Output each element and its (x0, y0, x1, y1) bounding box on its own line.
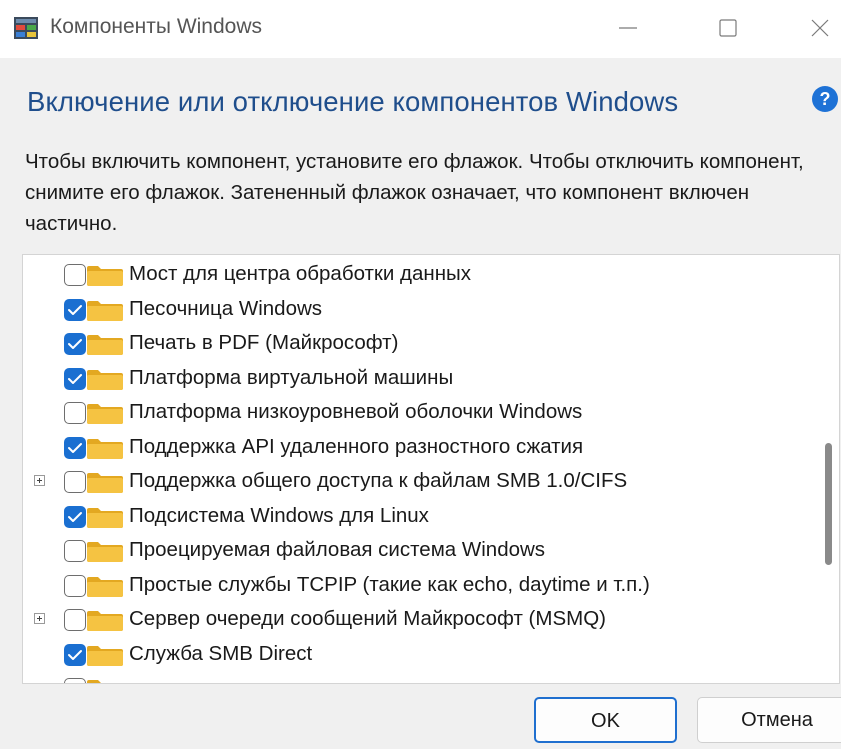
feature-row[interactable]: Сервер очереди сообщений Майкрософт (MSM… (23, 602, 813, 636)
close-icon (811, 19, 829, 37)
feature-checkbox[interactable] (64, 609, 86, 631)
feature-label: Служба SMB Direct (129, 641, 313, 665)
scrollbar-thumb[interactable] (825, 443, 832, 565)
folder-icon (87, 300, 123, 321)
description-text: Чтобы включить компонент, установите его… (25, 150, 804, 235)
minimize-button[interactable] (598, 0, 658, 58)
window-title: Компоненты Windows (50, 15, 263, 38)
feature-checkbox[interactable] (64, 471, 86, 493)
feature-label: Подсистема Windows для Linux (129, 503, 429, 527)
folder-icon (87, 611, 123, 631)
folder-icon (87, 438, 123, 459)
feature-checkbox[interactable] (64, 402, 86, 424)
checkmark-icon (68, 511, 82, 522)
folder-icon (87, 335, 123, 355)
feature-label: Песочница Windows (129, 296, 323, 320)
feature-checkbox[interactable] (64, 367, 86, 390)
feature-label: Платформа виртуальной машины (129, 365, 454, 389)
checkmark-icon (68, 373, 82, 384)
feature-row[interactable]: Платформа виртуальной машины (23, 361, 813, 395)
feature-row[interactable]: Песочница Windows (23, 292, 813, 326)
feature-label: Поддержка API удаленного разностного сжа… (129, 434, 584, 458)
folder-icon (87, 576, 123, 597)
help-icon[interactable]: ? (812, 86, 838, 112)
feature-checkbox[interactable] (64, 540, 86, 562)
feature-row[interactable]: Мост для центра обработки данных (23, 257, 813, 291)
feature-checkbox[interactable] (64, 505, 86, 528)
feature-checkbox[interactable] (64, 264, 86, 286)
checkmark-icon (68, 304, 82, 315)
close-button[interactable] (790, 0, 841, 58)
feature-row[interactable]: Платформа низкоуровневой оболочки Window… (23, 395, 813, 429)
folder-icon (87, 680, 121, 683)
page-heading: Включение или отключение компонентов Win… (27, 86, 679, 117)
feature-row[interactable]: Подсистема Windows для Linux (23, 499, 813, 533)
feature-row[interactable]: Печать в PDF (Майкрософт) (23, 326, 813, 360)
folder-icon (87, 507, 123, 528)
folder-icon (87, 266, 123, 286)
checkmark-icon (68, 649, 82, 660)
maximize-icon (719, 19, 737, 37)
folder-icon (87, 369, 123, 390)
maximize-button[interactable] (698, 0, 758, 58)
window: Компоненты Windows Включение или отключе… (0, 0, 841, 749)
folder-icon (87, 542, 123, 562)
checkmark-icon (68, 339, 82, 349)
folder-icon (87, 404, 123, 424)
feature-checkbox[interactable] (64, 643, 86, 666)
folder-icon (87, 473, 123, 493)
feature-row[interactable]: Проецируемая файловая система Windows (23, 533, 813, 567)
feature-label: Проецируемая файловая система Windows (129, 538, 546, 561)
feature-label: Поддержка общего доступа к файлам SMB 1.… (129, 469, 628, 492)
feature-checkbox[interactable] (64, 678, 86, 683)
feature-checkbox[interactable] (64, 333, 86, 355)
feature-row[interactable]: Поддержка общего доступа к файлам SMB 1.… (23, 464, 813, 498)
feature-row[interactable]: Простые службы TCPIP (такие как echo, da… (23, 568, 813, 602)
feature-checkbox[interactable] (64, 574, 86, 597)
minimize-icon (619, 27, 637, 29)
ok-button[interactable]: OK (534, 697, 677, 743)
expand-plus-icon[interactable] (34, 475, 45, 486)
app-icon (14, 17, 38, 39)
cancel-button[interactable]: Отмена (697, 697, 841, 743)
feature-checkbox[interactable] (64, 436, 86, 459)
features-tree[interactable]: Мост для центра обработки данных Песочниц… (22, 254, 840, 684)
title-bar[interactable]: Компоненты Windows (0, 0, 841, 58)
folder-icon (87, 645, 123, 666)
feature-label: Простые службы TCPIP (такие как echo, da… (129, 572, 650, 596)
feature-label: Мост для центра обработки данных (129, 262, 472, 285)
feature-label: Сервер очереди сообщений Майкрософт (MSM… (129, 607, 606, 630)
feature-label: Платформа низкоуровневой оболочки Window… (129, 400, 583, 423)
feature-row[interactable]: Поддержка API удаленного разностного сжа… (23, 430, 813, 464)
checkmark-icon (68, 442, 82, 453)
expand-plus-icon[interactable] (34, 613, 45, 624)
feature-checkbox[interactable] (64, 298, 86, 321)
feature-row[interactable]: Служба SMB Direct (23, 637, 813, 671)
feature-row-clipped[interactable] (23, 671, 813, 683)
feature-label: Печать в PDF (Майкрософт) (129, 331, 399, 354)
